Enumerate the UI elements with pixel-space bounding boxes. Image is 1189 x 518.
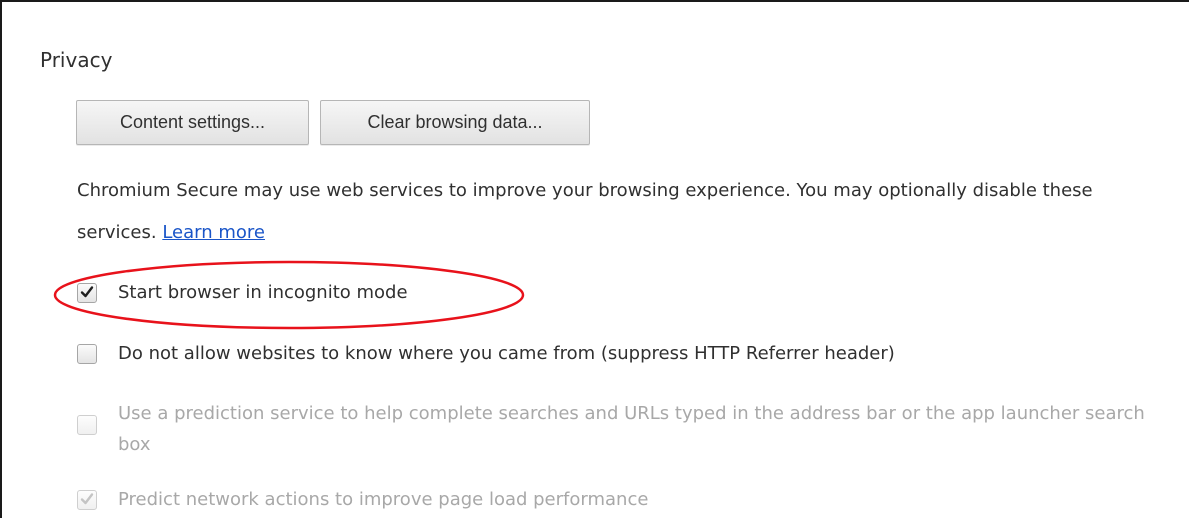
suppress-referrer-checkbox[interactable] xyxy=(77,344,97,364)
section-title-privacy: Privacy xyxy=(40,48,113,72)
incognito-startup-checkbox[interactable] xyxy=(77,283,97,303)
settings-panel: Privacy Content settings... Clear browsi… xyxy=(0,0,1189,518)
prediction-service-label: Use a prediction service to help complet… xyxy=(118,403,1145,455)
learn-more-link[interactable]: Learn more xyxy=(162,222,265,243)
predict-network-checkbox xyxy=(77,490,97,510)
privacy-description: Chromium Secure may use web services to … xyxy=(77,170,1167,254)
predict-network-label: Predict network actions to improve page … xyxy=(118,489,649,510)
option-prediction-service: Use a prediction service to help complet… xyxy=(77,398,1148,460)
option-predict-network: Predict network actions to improve page … xyxy=(77,486,648,514)
incognito-startup-label: Start browser in incognito mode xyxy=(118,282,408,303)
option-incognito-startup[interactable]: Start browser in incognito mode xyxy=(77,279,408,307)
checkmark-icon xyxy=(80,286,94,298)
clear-browsing-data-button[interactable]: Clear browsing data... xyxy=(320,100,590,145)
option-suppress-referrer[interactable]: Do not allow websites to know where you … xyxy=(77,340,895,368)
content-settings-button[interactable]: Content settings... xyxy=(76,100,309,145)
suppress-referrer-label: Do not allow websites to know where you … xyxy=(118,343,895,364)
checkmark-icon xyxy=(80,493,94,505)
prediction-service-checkbox xyxy=(77,415,97,435)
